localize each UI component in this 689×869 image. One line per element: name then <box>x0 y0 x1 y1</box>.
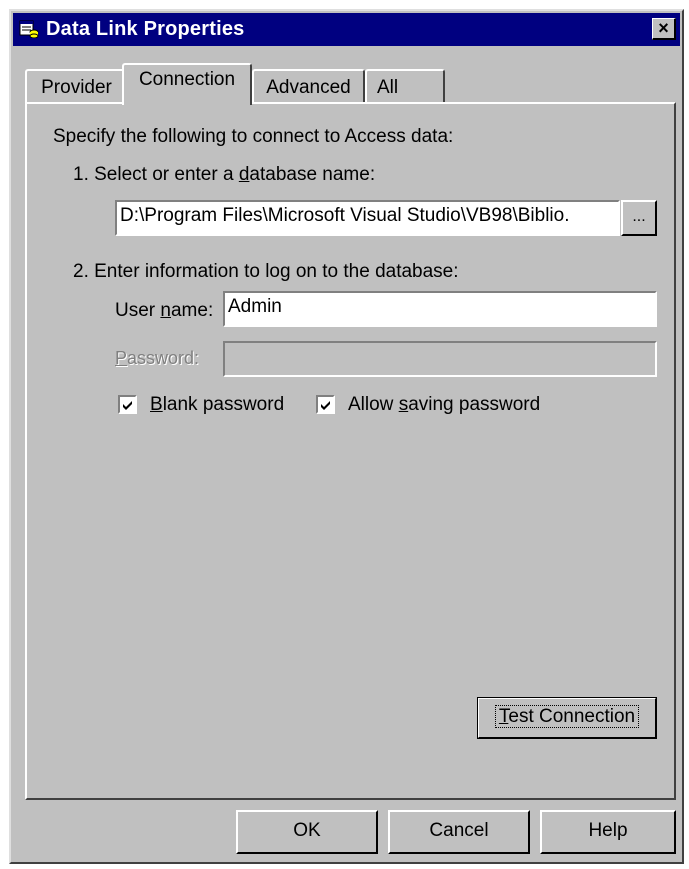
password-label: Password: <box>115 348 200 368</box>
intro-text: Specify the following to connect to Acce… <box>53 126 454 147</box>
tab-advanced[interactable]: Advanced <box>252 69 365 102</box>
tab-provider[interactable]: Provider <box>25 69 128 102</box>
data-link-properties-window: Data Link Properties × Provider Connecti… <box>9 9 684 864</box>
close-button[interactable]: × <box>652 18 676 40</box>
username-label: User name: <box>115 300 214 321</box>
close-icon: × <box>658 18 669 38</box>
blank-password-checkbox[interactable] <box>118 395 137 414</box>
tab-connection[interactable]: Connection <box>122 63 252 105</box>
window-title: Data Link Properties <box>46 18 245 40</box>
step1-label: 1. Select or enter a database name: <box>73 164 376 185</box>
allow-saving-password-label[interactable]: Allow saving password <box>348 394 540 416</box>
password-field[interactable] <box>223 341 657 377</box>
username-field[interactable]: Admin <box>223 291 657 327</box>
data-link-icon <box>19 20 39 39</box>
checkmark-icon <box>123 401 132 410</box>
blank-password-label[interactable]: Blank password <box>150 394 284 416</box>
cancel-button[interactable]: Cancel <box>388 810 530 854</box>
tab-all[interactable]: All <box>365 69 445 102</box>
database-name-input[interactable]: D:\Program Files\Microsoft Visual Studio… <box>115 200 620 236</box>
checkmark-icon <box>321 401 330 410</box>
help-button[interactable]: Help <box>540 810 676 854</box>
browse-button[interactable]: ... <box>621 200 657 236</box>
test-connection-button[interactable]: Test Connection <box>477 697 657 739</box>
step2-label: 2. Enter information to log on to the da… <box>73 261 459 282</box>
title-bar[interactable]: Data Link Properties × <box>13 13 680 46</box>
ok-button[interactable]: OK <box>236 810 378 854</box>
allow-saving-password-checkbox[interactable] <box>316 395 335 414</box>
